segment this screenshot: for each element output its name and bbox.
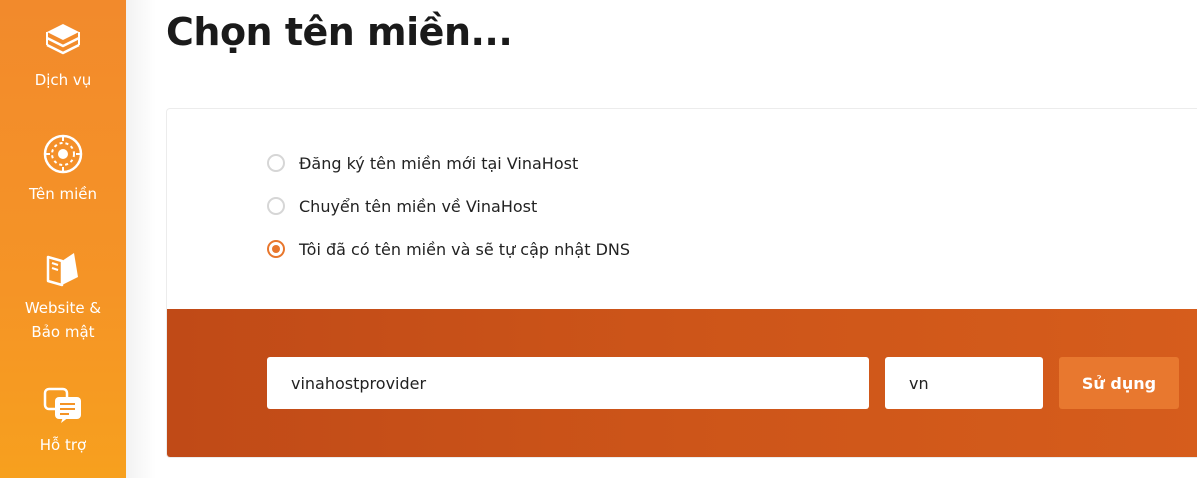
option-label: Đăng ký tên miền mới tại VinaHost — [299, 153, 579, 173]
option-label: Tôi đã có tên miền và sẽ tự cập nhật DNS — [299, 239, 631, 259]
radio-register-new-domain[interactable] — [267, 154, 285, 172]
domain-name-input[interactable] — [267, 357, 869, 409]
option-own-domain[interactable]: Tôi đã có tên miền và sẽ tự cập nhật DNS — [267, 235, 630, 263]
sidebar-item-support[interactable]: Hỗ trợ — [0, 383, 126, 457]
option-register-new-domain[interactable]: Đăng ký tên miền mới tại VinaHost — [267, 149, 630, 177]
globe-icon — [41, 132, 85, 176]
book-icon — [41, 246, 85, 290]
option-label: Chuyển tên miền về VinaHost — [299, 196, 538, 216]
domain-option-group: Đăng ký tên miền mới tại VinaHost Chuyển… — [267, 149, 630, 278]
sidebar-item-label: Website & Bảo mật — [24, 299, 102, 341]
sidebar-item-label: Hỗ trợ — [39, 436, 87, 454]
radio-own-domain[interactable] — [267, 240, 285, 258]
domain-selection-card: Đăng ký tên miền mới tại VinaHost Chuyển… — [166, 108, 1197, 458]
sidebar-item-domains[interactable]: Tên miền — [0, 132, 126, 206]
radio-transfer-domain[interactable] — [267, 197, 285, 215]
sidebar-item-label: Tên miền — [28, 185, 98, 203]
use-domain-button[interactable]: Sử dụng — [1059, 357, 1179, 409]
sidebar-shadow — [126, 0, 156, 478]
sidebar: Dịch vụ Tên miền Website & Bảo mật Hỗ tr… — [0, 0, 126, 478]
sidebar-item-label: Dịch vụ — [34, 71, 92, 89]
option-transfer-domain[interactable]: Chuyển tên miền về VinaHost — [267, 192, 630, 220]
layers-icon — [41, 18, 85, 62]
sidebar-item-services[interactable]: Dịch vụ — [0, 18, 126, 92]
domain-input-banner: Sử dụng — [167, 309, 1197, 457]
sidebar-item-website-security[interactable]: Website & Bảo mật — [0, 246, 126, 344]
page-title: Chọn tên miền... — [166, 10, 513, 54]
tld-input[interactable] — [885, 357, 1043, 409]
chat-support-icon — [41, 383, 85, 427]
